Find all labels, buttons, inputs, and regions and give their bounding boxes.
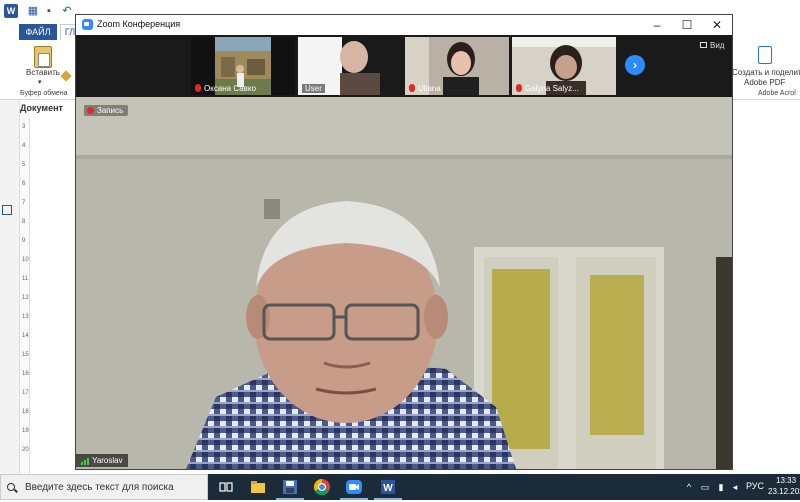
ruler-number: 19	[22, 428, 29, 434]
maximize-button[interactable]: ☐	[672, 15, 702, 35]
clock-time[interactable]: 13:33	[776, 476, 796, 485]
ruler-number: 20	[22, 447, 29, 453]
save-app-icon[interactable]	[280, 477, 300, 497]
ruler-number: 7	[22, 200, 26, 206]
zoom-window-title: Zoom Конференция	[97, 19, 181, 29]
ruler-number: 14	[22, 333, 29, 339]
ruler-number: 5	[22, 162, 26, 168]
ruler-number: 10	[22, 257, 29, 263]
search-placeholder: Введите здесь текст для поиска	[25, 482, 174, 493]
participant-name: Оксана Савко	[195, 84, 256, 93]
navigation-pane	[0, 100, 20, 474]
speaker-video-frame	[76, 97, 732, 469]
next-page-button[interactable]: ›	[625, 55, 645, 75]
paste-dropdown-icon[interactable]: ▾	[38, 78, 42, 86]
save-icon[interactable]: ▪	[42, 4, 56, 18]
tab-file[interactable]: ФАЙЛ	[19, 24, 57, 40]
network-icon[interactable]: ▭	[700, 482, 710, 492]
ruler-number: 13	[22, 314, 29, 320]
participant-name-text: Galyna Salyz...	[525, 84, 579, 93]
recording-label: Запись	[97, 106, 124, 115]
participant-name: User	[302, 84, 325, 93]
zoom-logo-icon	[82, 19, 93, 30]
create-pdf-label[interactable]: Создать и поделиться	[732, 68, 800, 77]
word-app-taskbar-icon[interactable]: W	[378, 477, 398, 497]
ruler-number: 11	[22, 276, 29, 282]
zoom-window: Zoom Конференция – ☐ ✕ Оксана Савко User…	[75, 14, 733, 470]
view-button[interactable]: Вид	[700, 41, 724, 50]
speaker-name: Yaroslav	[92, 456, 123, 465]
svg-text:W: W	[383, 483, 393, 494]
windows-taskbar: Введите здесь текст для поиска W ^ ▭ ▮ ◂…	[0, 474, 800, 500]
acrobat-group-label: Adobe Acrol	[758, 90, 796, 97]
ruler-number: 4	[22, 143, 26, 149]
zoom-app-icon[interactable]	[344, 477, 364, 497]
ruler-number: 3	[22, 124, 26, 130]
search-input[interactable]: Введите здесь текст для поиска	[0, 474, 208, 500]
search-icon	[7, 483, 15, 491]
language-indicator[interactable]: РУС	[746, 481, 764, 491]
minimize-button[interactable]: –	[642, 15, 672, 35]
view-button-label: Вид	[710, 41, 725, 50]
mic-muted-icon	[409, 84, 415, 92]
chrome-icon[interactable]	[312, 477, 332, 497]
clipboard-group-label: Буфер обмена	[20, 90, 68, 97]
nav-pane-icon[interactable]	[2, 205, 12, 215]
paste-icon[interactable]	[34, 46, 52, 68]
clock-date[interactable]: 23.12.202	[768, 487, 800, 496]
participant-thumbnail[interactable]: Uliana	[405, 37, 509, 95]
chevron-up-icon[interactable]: ^	[684, 482, 694, 492]
nav-pane-title: Документ	[20, 103, 63, 113]
grid-view-icon	[700, 42, 707, 48]
participant-name-text: Оксана Савко	[204, 84, 256, 93]
paste-button-label[interactable]: Вставить	[26, 68, 60, 77]
volume-icon[interactable]: ◂	[730, 482, 740, 492]
zoom-titlebar: Zoom Конференция – ☐ ✕	[76, 15, 732, 35]
adobe-pdf-label[interactable]: Adobe PDF	[744, 78, 785, 87]
ruler-number: 9	[22, 238, 26, 244]
create-pdf-icon[interactable]	[758, 46, 772, 64]
file-explorer-icon[interactable]	[248, 477, 268, 497]
word-logo-icon: ▦	[27, 5, 39, 17]
signal-icon	[81, 456, 90, 465]
recording-indicator[interactable]: Запись	[84, 105, 129, 116]
speaker-name-tag: Yaroslav	[76, 454, 128, 467]
participant-thumbnail[interactable]: Оксана Савко	[191, 37, 295, 95]
mic-muted-icon	[516, 84, 522, 92]
record-icon	[87, 107, 94, 114]
ruler-number: 17	[22, 390, 29, 396]
ruler-number: 15	[22, 352, 29, 358]
battery-icon[interactable]: ▮	[716, 482, 726, 492]
participant-name-text: User	[305, 84, 322, 93]
ruler-number: 8	[22, 219, 26, 225]
close-button[interactable]: ✕	[702, 15, 732, 35]
ruler-number: 12	[22, 295, 29, 301]
participant-thumbnail[interactable]: User	[298, 37, 402, 95]
participant-name: Uliana	[409, 84, 441, 93]
ruler-number: 18	[22, 409, 29, 415]
mic-muted-icon	[195, 84, 201, 92]
task-view-icon[interactable]	[216, 477, 236, 497]
participant-thumbnail[interactable]: Galyna Salyz...	[512, 37, 616, 95]
format-painter-icon[interactable]	[60, 70, 72, 82]
participant-name: Galyna Salyz...	[516, 84, 579, 93]
ruler-number: 16	[22, 371, 29, 377]
undo-icon[interactable]: ↶	[60, 4, 74, 18]
participant-strip: Оксана Савко User Uliana Galyna Salyz...…	[76, 35, 732, 97]
active-speaker-video: Запись Yaroslav	[76, 97, 732, 469]
ruler-number: 6	[22, 181, 26, 187]
word-app-icon[interactable]: W	[4, 4, 18, 18]
participant-name-text: Uliana	[418, 84, 441, 93]
